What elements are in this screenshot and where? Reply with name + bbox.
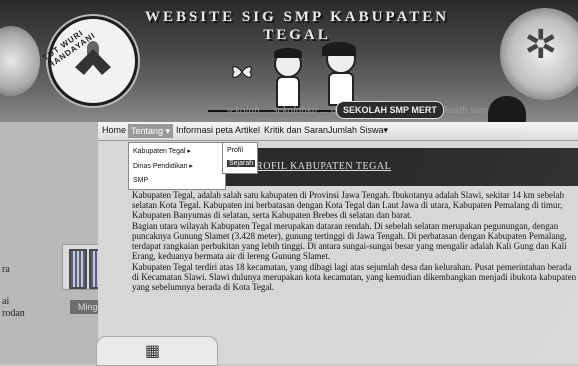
paragraph: Kabupaten Tegal terdiri atas 18 kecamata… [132,262,577,292]
site-title-line2: TEGAL [263,27,331,43]
student-character-girl [320,42,360,108]
dropdown-kabupaten: Profil Sejarah [222,142,258,174]
menu-item-kabupaten[interactable]: Kabupaten Tegal ▸ [133,147,191,155]
gallery-icon: ▦ [145,341,161,360]
site-title: WEBSITE SIG SMP KABUPATEN TEGAL [132,8,462,44]
character-silhouette [488,96,526,122]
clock-digit [69,249,87,289]
nav-informasi[interactable]: Informasi peta Artikel [176,125,260,135]
menu-item-profil[interactable]: Profil [227,147,243,154]
paragraph: Bagian utara wilayah Kabupaten Tegal mer… [132,221,567,261]
school-badge: SEKOLAH SMP MERT [336,101,444,119]
menu-item-smp[interactable]: SMP [133,177,148,184]
star-icon: ✲ [524,22,558,68]
sidebar-text-fragment: rodan [2,308,25,319]
left-sidebar: ra ai rodan [0,122,100,364]
nav-kritik[interactable]: Kritik dan Saran [264,125,328,135]
site-title-line1: WEBSITE SIG SMP KABUPATEN [144,9,450,25]
nav-jumlah-siswa[interactable]: Jumlah Siswa▾ [328,125,388,136]
menu-item-sejarah[interactable]: Sejarah [227,160,256,167]
regency-emblem-left [0,26,40,96]
main-nav: Home Tentang ▾ Informasi peta Artikel Kr… [98,122,578,141]
garuda-wing-icon [75,49,111,75]
gallery-widget[interactable]: ▦ [96,336,218,366]
dropdown-tentang: Kabupaten Tegal ▸ Dinas Pendidikan ▸ SMP [128,142,226,190]
nav-home[interactable]: Home [102,125,126,135]
article-body: Kabupaten Tegal, adalah salah satu kabup… [132,190,578,293]
tut-wuri-handayani-logo: TUT WURI HANDAYANI [41,16,138,106]
sidebar-text-fragment: ai [2,296,10,307]
paragraph: Kabupaten Tegal, adalah salah satu kabup… [132,190,565,220]
sidebar-text-fragment: ra [2,264,10,275]
butterfly-icon [232,66,252,78]
regency-emblem-right: ✲ [500,8,578,100]
page-title[interactable]: PROFIL KABUPATEN TEGAL [250,161,391,172]
menu-item-dinas[interactable]: Dinas Pendidikan ▸ [133,162,193,170]
nav-tentang[interactable]: Tentang ▾ [128,124,174,138]
header-banner: TUT WURI HANDAYANI WEBSITE SIG SMP KABUP… [0,0,578,122]
student-character-boy [270,48,304,108]
